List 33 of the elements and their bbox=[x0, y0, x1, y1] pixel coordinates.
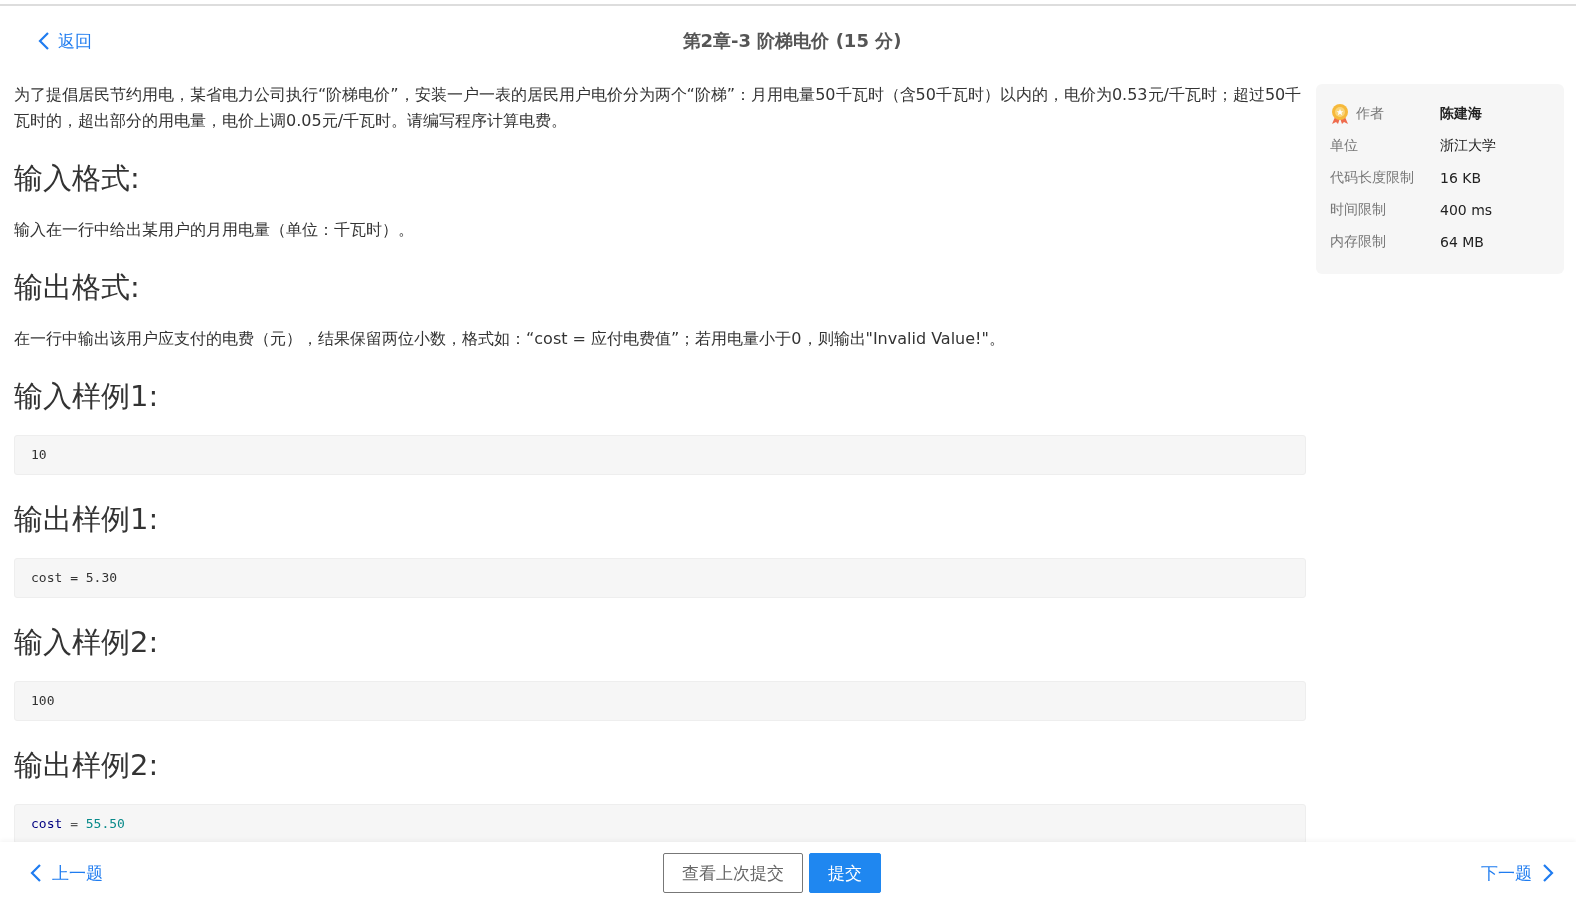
code-sample: cost = 5.30 bbox=[14, 558, 1306, 598]
chevron-left-icon bbox=[38, 31, 50, 51]
info-label: 时间限制 bbox=[1330, 201, 1386, 219]
code-sample: 100 bbox=[14, 681, 1306, 721]
info-value: 64 MB bbox=[1440, 234, 1484, 250]
info-value: 400 ms bbox=[1440, 202, 1493, 218]
code-sample: 10 bbox=[14, 435, 1306, 475]
back-link[interactable]: 返回 bbox=[38, 29, 218, 53]
chevron-left-icon bbox=[30, 863, 42, 883]
info-label: 单位 bbox=[1330, 137, 1358, 155]
section-text: 输入在一行中给出某用户的月用电量（单位：千瓦时）。 bbox=[14, 219, 415, 241]
section-heading: 输出格式: bbox=[14, 269, 141, 306]
info-value: 陈建海 bbox=[1440, 105, 1482, 123]
prev-link[interactable]: 上一题 bbox=[30, 861, 103, 885]
info-label: 内存限制 bbox=[1330, 233, 1386, 251]
info-value: 浙江大学 bbox=[1440, 137, 1496, 155]
submit-button[interactable]: 提交 bbox=[809, 853, 881, 893]
chevron-right-icon bbox=[1542, 863, 1554, 883]
medal-icon bbox=[1330, 103, 1350, 125]
problem-title: 第2章-3 阶梯电价 (15 分) bbox=[681, 29, 903, 53]
section-heading: 输出样例2: bbox=[14, 747, 160, 784]
section-heading: 输入样例1: bbox=[14, 378, 160, 415]
next-link[interactable]: 下一题 bbox=[1481, 861, 1554, 885]
info-label: 作者 bbox=[1356, 105, 1384, 123]
section-heading: 输入格式: bbox=[14, 160, 141, 197]
info-value: 16 KB bbox=[1440, 170, 1482, 186]
info-label: 代码长度限制 bbox=[1330, 169, 1414, 187]
code-sample: cost = 55.50 bbox=[14, 804, 1306, 844]
history-button[interactable]: 查看上次提交 bbox=[663, 853, 803, 893]
section-heading: 输入样例2: bbox=[14, 624, 160, 661]
section-text: 在一行中输出该用户应支付的电费（元），结果保留两位小数，格式如：“cost = 应付电费值”；若用电量小于0，则输出"Invalid Value!"。 bbox=[14, 328, 1006, 350]
problem-description: 为了提倡居民节约用电，某省电力公司执行“阶梯电价”，安装一户一表的居民用户电价分为两个“阶梯”：月用电量50千瓦时（含50千瓦时）以内的，电价为0.53元/千瓦时；超过50千瓦时的，超出部分的用电量，电价上调0.05元/千瓦时。请编写程序计算电费。 bbox=[14, 84, 1303, 132]
section-heading: 输出样例1: bbox=[14, 501, 160, 538]
